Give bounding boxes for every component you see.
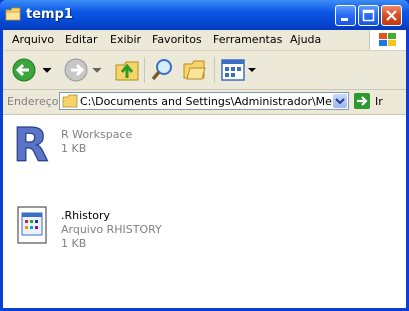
minimize-button[interactable]: [335, 5, 356, 26]
rhistory-file-icon: [17, 206, 47, 244]
folder-up-icon[interactable]: [113, 56, 141, 84]
file-name: .Rhistory: [61, 209, 110, 222]
minimize-icon: [341, 18, 348, 21]
address-dropdown-button[interactable]: [333, 94, 347, 108]
windows-flag-icon: [379, 33, 396, 46]
chevron-down-icon: [335, 98, 345, 105]
file-list: R R Workspace 1 KB .Rhistory Arquivo RHI…: [3, 115, 406, 308]
folders-icon[interactable]: [182, 56, 210, 84]
address-input[interactable]: C:\Documents and Settings\Administrador\…: [59, 92, 349, 110]
r-workspace-icon: R: [12, 119, 49, 165]
window-body: Arquivo Editar Exibir Favoritos Ferramen…: [3, 30, 406, 308]
go-button[interactable]: [354, 93, 370, 109]
file-item-r-workspace[interactable]: R R Workspace 1 KB: [3, 117, 303, 173]
window-title: temp1: [26, 7, 73, 22]
svg-text:R: R: [13, 119, 48, 165]
windows-logo: [369, 30, 406, 50]
file-item-rhistory[interactable]: .Rhistory Arquivo RHISTORY 1 KB: [3, 203, 303, 259]
menu-bar: Arquivo Editar Exibir Favoritos Ferramen…: [3, 30, 406, 51]
explorer-window: temp1 Arquivo Editar Exibir Favoritos Fe…: [0, 0, 409, 311]
close-button[interactable]: [381, 5, 402, 26]
folder-icon: [62, 94, 78, 108]
views-icon[interactable]: [219, 58, 259, 82]
toolbar: [3, 51, 406, 90]
menu-arquivo[interactable]: Arquivo: [12, 33, 54, 46]
file-size: 1 KB: [61, 142, 87, 155]
file-size: 1 KB: [61, 237, 87, 250]
menu-exibir[interactable]: Exibir: [110, 33, 141, 46]
file-name: R Workspace: [61, 128, 133, 141]
menu-editar[interactable]: Editar: [65, 33, 98, 46]
close-icon: [386, 10, 397, 21]
menu-ferramentas[interactable]: Ferramentas: [213, 33, 282, 46]
folder-icon: [5, 7, 21, 21]
back-button[interactable]: [11, 57, 59, 83]
go-arrow-icon: [357, 96, 368, 106]
maximize-icon: [362, 9, 375, 22]
title-bar[interactable]: temp1: [0, 0, 409, 30]
toolbar-separator: [144, 57, 145, 83]
go-label[interactable]: Ir: [375, 95, 383, 108]
address-path: C:\Documents and Settings\Administrador\…: [80, 95, 349, 108]
toolbar-separator-2: [214, 57, 215, 83]
file-type: Arquivo RHISTORY: [61, 223, 162, 236]
maximize-button[interactable]: [358, 5, 379, 26]
forward-button[interactable]: [63, 57, 109, 83]
search-icon[interactable]: [149, 56, 177, 84]
address-label: Endereço: [7, 95, 59, 108]
address-bar: Endereço C:\Documents and Settings\Admin…: [3, 90, 406, 115]
menu-favoritos[interactable]: Favoritos: [152, 33, 202, 46]
menu-ajuda[interactable]: Ajuda: [290, 33, 321, 46]
